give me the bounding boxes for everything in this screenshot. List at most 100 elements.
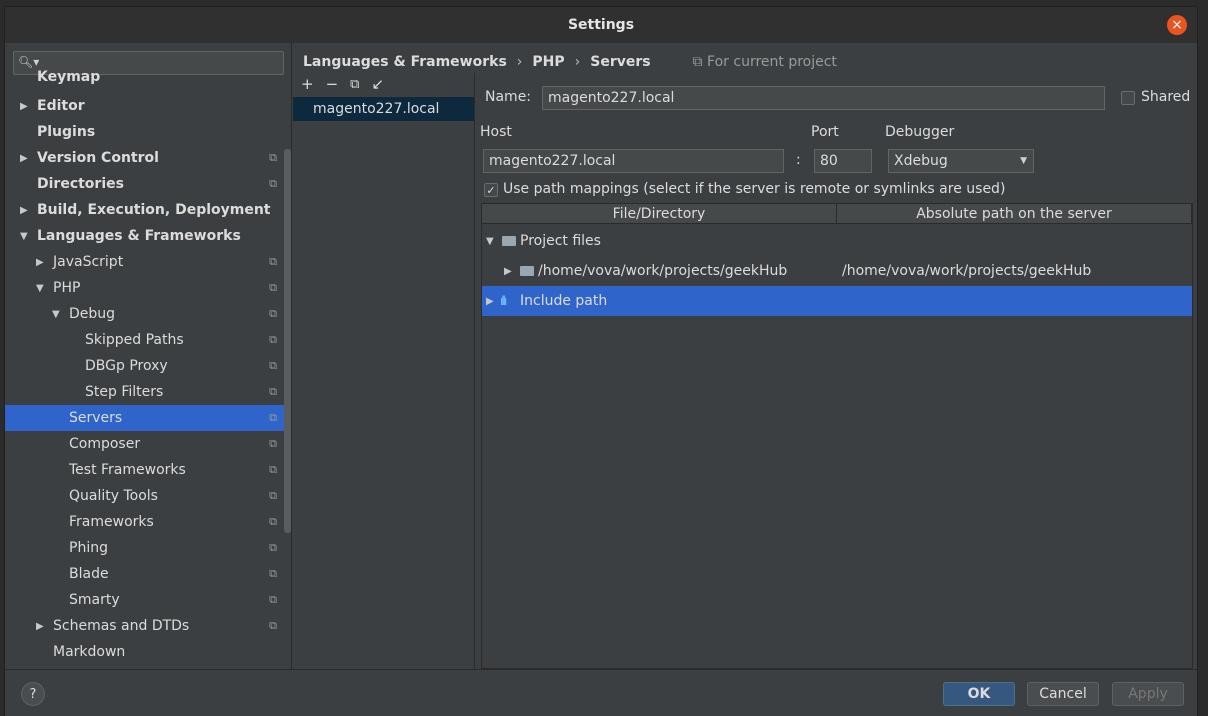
sidebar-item[interactable]: ▶ Schemas and DTDs ⧉ — [5, 613, 285, 639]
host-input[interactable]: magento227.local — [483, 149, 784, 173]
expand-down-icon[interactable]: ▼ — [486, 236, 494, 247]
sidebar-item[interactable]: ▶ Editor — [5, 93, 285, 119]
folder-icon — [520, 266, 534, 276]
expand-down-icon[interactable]: ▼ — [36, 283, 44, 294]
column-header-file[interactable]: File/Directory — [482, 204, 837, 223]
expand-right-icon[interactable]: ▶ — [20, 101, 28, 112]
sidebar-item-label: Blade — [69, 566, 109, 582]
expand-down-icon[interactable]: ▼ — [20, 231, 28, 242]
breadcrumb: Languages & Frameworks › PHP › Servers ⧉… — [303, 51, 837, 73]
port-separator: : — [796, 152, 801, 168]
project-scope-icon: ⧉ — [269, 359, 277, 372]
server-list-item[interactable]: magento227.local — [293, 97, 474, 121]
close-button[interactable]: × — [1167, 15, 1187, 35]
dialog-title: Settings — [567, 17, 635, 33]
sidebar-item[interactable]: Quality Tools ⧉ — [5, 483, 285, 509]
debugger-select[interactable]: Xdebug ▼ — [888, 149, 1034, 173]
settings-tree: Keymap ▶ Editor Plugins ▶ Version Control ⧉ Dir… — [5, 69, 285, 665]
sidebar-item[interactable]: Phing ⧉ — [5, 535, 285, 561]
dialog-footer: ? OK Cancel Apply — [5, 669, 1197, 716]
remove-server-button[interactable]: − — [326, 75, 339, 93]
sidebar-item-label: PHP — [53, 280, 81, 296]
table-row[interactable]: ▼ Project files — [482, 226, 1192, 256]
scope-indicator: ⧉ For current project — [693, 54, 837, 70]
sidebar-item[interactable]: Smarty ⧉ — [5, 587, 285, 613]
cancel-button[interactable]: Cancel — [1027, 682, 1099, 706]
shared-checkbox[interactable] — [1121, 91, 1135, 105]
sidebar-item[interactable]: Directories ⧉ — [5, 171, 285, 197]
sidebar-item-label: Version Control — [37, 150, 159, 166]
sidebar-item-label: DBGp Proxy — [85, 358, 168, 374]
expand-down-icon[interactable]: ▼ — [52, 309, 60, 320]
table-row[interactable]: ▶ /home/vova/work/projects/geekHub/home/v… — [482, 256, 1192, 286]
server-list-toolbar: + − ⧉ ↙ — [293, 73, 474, 95]
name-input[interactable]: magento227.local — [542, 86, 1105, 110]
sidebar-item[interactable]: Test Frameworks ⧉ — [5, 457, 285, 483]
port-input[interactable]: 80 — [814, 149, 872, 173]
mapping-server-path[interactable]: /home/vova/work/projects/geekHub — [842, 263, 1091, 279]
sidebar-scrollbar[interactable] — [284, 149, 291, 533]
sidebar-item[interactable]: Blade ⧉ — [5, 561, 285, 587]
column-header-server-path[interactable]: Absolute path on the server — [837, 204, 1192, 223]
sidebar-item[interactable]: Servers ⧉ — [5, 405, 285, 431]
sidebar-item[interactable]: Step Filters ⧉ — [5, 379, 285, 405]
expand-right-icon[interactable]: ▶ — [504, 266, 512, 277]
sidebar-item[interactable]: ▼ PHP ⧉ — [5, 275, 285, 301]
ok-button[interactable]: OK — [943, 682, 1015, 706]
sidebar-item-label: Composer — [69, 436, 141, 452]
sidebar-item-label: Quality Tools — [69, 488, 158, 504]
sidebar-item-label: Debug — [69, 306, 116, 322]
expand-right-icon[interactable]: ▶ — [20, 153, 28, 164]
chevron-down-icon: ▼ — [1020, 156, 1027, 166]
name-label: Name: — [485, 89, 532, 105]
help-button[interactable]: ? — [21, 682, 45, 706]
sidebar-item[interactable]: DBGp Proxy ⧉ — [5, 353, 285, 379]
sidebar-item[interactable]: Plugins — [5, 119, 285, 145]
sidebar-item[interactable]: ▶ Version Control ⧉ — [5, 145, 285, 171]
copy-server-button[interactable]: ⧉ — [350, 77, 359, 92]
project-scope-icon: ⧉ — [269, 177, 277, 190]
sidebar-item-label: Test Frameworks — [69, 462, 186, 478]
expand-right-icon[interactable]: ▶ — [36, 257, 44, 268]
sidebar-item[interactable]: ▶ JavaScript ⧉ — [5, 249, 285, 275]
server-item-label: magento227.local — [313, 101, 440, 117]
debugger-select-value: Xdebug — [894, 153, 948, 169]
sidebar-item[interactable]: Keymap — [5, 69, 285, 93]
port-input-value: 80 — [820, 153, 838, 169]
sidebar-item-label: Smarty — [69, 592, 120, 608]
search-icon: 🔍︎▾ — [18, 55, 40, 69]
table-row[interactable]: ▶ ıllı Include path — [482, 286, 1192, 316]
sidebar-item-label: Directories — [37, 176, 124, 192]
import-server-button[interactable]: ↙ — [371, 75, 384, 93]
sidebar-item[interactable]: ▶ Build, Execution, Deployment — [5, 197, 285, 223]
sidebar-item[interactable]: ▼ Debug ⧉ — [5, 301, 285, 327]
check-icon: ✓ — [486, 183, 496, 197]
apply-button[interactable]: Apply — [1112, 682, 1184, 706]
project-scope-icon: ⧉ — [269, 619, 277, 632]
server-config-panel: Name: magento227.local Shared Host Port … — [475, 73, 1199, 669]
sidebar-item-label: Skipped Paths — [85, 332, 184, 348]
server-list-panel: + − ⧉ ↙ magento227.local — [293, 73, 475, 669]
sidebar-item[interactable]: ▼ Languages & Frameworks — [5, 223, 285, 249]
expand-right-icon[interactable]: ▶ — [486, 296, 494, 307]
add-server-button[interactable]: + — [301, 75, 314, 93]
path-mappings-checkbox[interactable]: ✓ — [484, 183, 498, 197]
breadcrumb-item[interactable]: Languages & Frameworks — [303, 54, 507, 70]
expand-right-icon[interactable]: ▶ — [20, 205, 28, 216]
scope-label: For current project — [707, 54, 837, 70]
expand-right-icon[interactable]: ▶ — [36, 621, 44, 632]
sidebar-item[interactable]: Composer ⧉ — [5, 431, 285, 457]
project-scope-icon: ⧉ — [269, 567, 277, 580]
breadcrumb-separator: › — [574, 54, 581, 70]
breadcrumb-item[interactable]: PHP — [532, 54, 564, 70]
close-icon: × — [1171, 17, 1183, 33]
mapping-local-path: /home/vova/work/projects/geekHub — [538, 263, 788, 279]
breadcrumb-separator: › — [516, 54, 523, 70]
sidebar-item[interactable]: Frameworks ⧉ — [5, 509, 285, 535]
library-icon: ıllı — [500, 294, 507, 308]
project-scope-icon: ⧉ — [269, 437, 277, 450]
sidebar-item[interactable]: Skipped Paths ⧉ — [5, 327, 285, 353]
sidebar-item-label: Servers — [69, 410, 123, 426]
sidebar-item[interactable]: Markdown — [5, 639, 285, 665]
project-scope-icon: ⧉ — [269, 411, 277, 424]
